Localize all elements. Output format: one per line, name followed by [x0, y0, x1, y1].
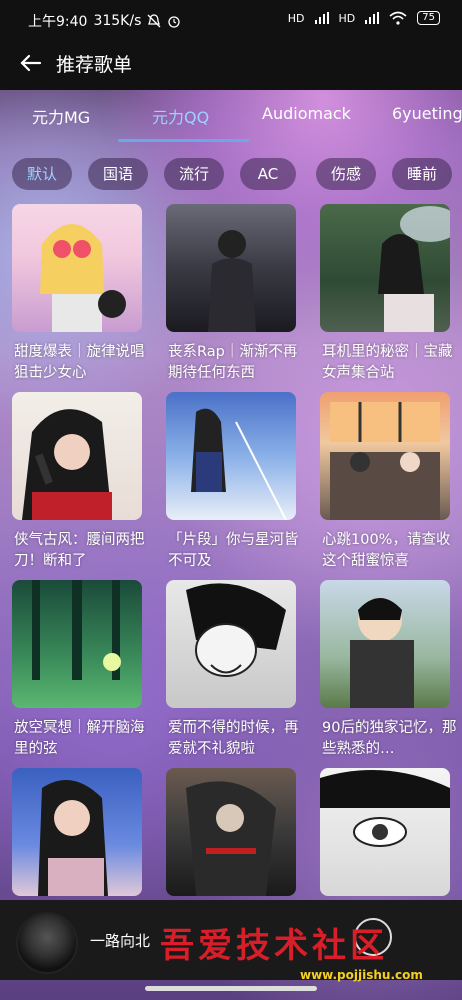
- chip-mandarin[interactable]: 国语: [88, 158, 148, 190]
- now-playing-title: 一路向北: [90, 932, 151, 950]
- playlist-cover: [320, 392, 450, 520]
- playlist-title: 「片段」你与星河皆不可及: [168, 532, 299, 569]
- playlist-cover: [12, 768, 142, 896]
- playlist-title: 耳机里的秘密｜宝藏女声集合站: [322, 344, 453, 381]
- tab-audiomack[interactable]: Audiomack: [262, 104, 351, 123]
- chip-ac[interactable]: AC: [240, 158, 296, 190]
- playlist-title: 90后的独家记忆，那些熟悉的…: [322, 720, 457, 757]
- mute-icon: [147, 14, 161, 28]
- chip-sad[interactable]: 伤感: [316, 158, 376, 190]
- page-title: 推荐歌单: [56, 54, 133, 76]
- playlist-cover: [166, 580, 296, 708]
- tab-yuanli-mg[interactable]: 元力MG: [32, 104, 90, 128]
- top-bar: 上午9:40 315K/s HD HD 75 推荐歌单: [0, 0, 462, 90]
- album-art[interactable]: [16, 912, 78, 974]
- chip-bedtime[interactable]: 睡前: [392, 158, 452, 190]
- playlist-cover: [320, 580, 450, 708]
- watermark-logo: 吾爱技术社区: [160, 926, 388, 966]
- status-bar: 上午9:40 315K/s HD HD 75: [0, 0, 462, 40]
- alarm-icon: [168, 16, 181, 28]
- playlist-cover: [166, 768, 296, 896]
- wifi-icon: [389, 11, 407, 25]
- playlist-cover: [12, 392, 142, 520]
- playlist-title: 丧系Rap｜渐渐不再期待任何东西: [168, 344, 298, 381]
- playlist-title: 甜度爆表｜旋律说唱狙击少女心: [14, 344, 145, 381]
- back-arrow-icon[interactable]: [16, 48, 46, 78]
- playlist-cover: [320, 204, 450, 332]
- watermark-url: www.pojjishu.com: [300, 968, 423, 982]
- home-indicator[interactable]: [145, 986, 317, 991]
- playlist-title: 侠气古风：腰间两把刀！断和了: [14, 532, 145, 569]
- playlist-cover: [12, 204, 142, 332]
- chip-pop[interactable]: 流行: [164, 158, 224, 190]
- playlist-cover: [166, 204, 296, 332]
- playlist-cover: [320, 768, 450, 896]
- playlist-title: 放空冥想｜解开脑海里的弦: [14, 720, 145, 757]
- category-chips: 默认 国语 流行 AC 伤感 睡前: [0, 158, 462, 194]
- playlist-title: 爱而不得的时候，再爱就不礼貌啦: [168, 720, 299, 757]
- battery-icon: 75: [417, 11, 440, 25]
- signal-icon: [314, 12, 329, 24]
- tab-indicator: [118, 139, 250, 142]
- network-speed: 315K/s: [93, 13, 142, 29]
- clock: 上午9:40: [28, 14, 88, 30]
- tab-6yueting[interactable]: 6yueting: [392, 104, 462, 123]
- header: 推荐歌单: [0, 40, 462, 88]
- playlist-cover: [12, 580, 142, 708]
- chip-default[interactable]: 默认: [12, 158, 72, 190]
- source-tabs: 元力MG 元力QQ Audiomack 6yueting: [0, 96, 462, 142]
- signal-label-2: HD: [338, 11, 356, 25]
- signal-icon-2: [365, 12, 380, 24]
- signal-label-1: HD: [287, 11, 305, 25]
- playlist-title: 心跳100%，请查收这个甜蜜惊喜: [322, 532, 451, 569]
- playlist-cover: [166, 392, 296, 520]
- tab-yuanli-qq[interactable]: 元力QQ: [152, 104, 209, 128]
